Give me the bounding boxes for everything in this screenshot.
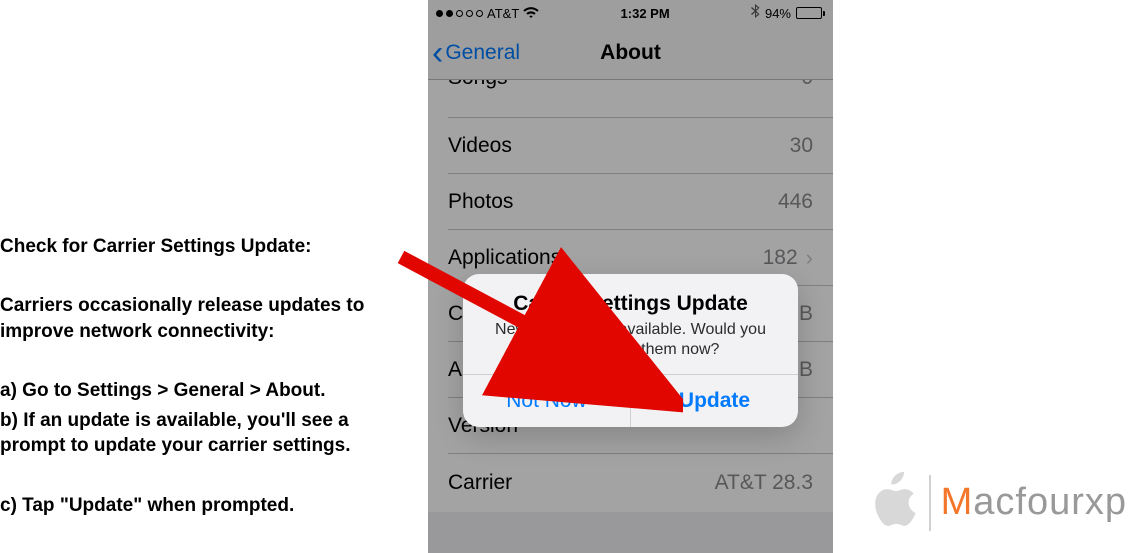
instructions-step-b: b) If an update is available, you'll see… xyxy=(0,408,395,459)
divider xyxy=(929,475,931,531)
carrier-update-modal: Carrier Settings Update New settings are… xyxy=(463,274,798,427)
watermark-text: Macfourxp xyxy=(941,481,1127,524)
apple-icon xyxy=(871,472,919,533)
watermark-rest: acfourxp xyxy=(973,481,1127,523)
instructions-step-c: c) Tap "Update" when prompted. xyxy=(0,493,395,519)
instructions-intro: Carriers occasionally release updates to… xyxy=(0,293,395,344)
macfourxp-watermark: Macfourxp xyxy=(871,472,1127,533)
modal-message: New settings are available. Would you li… xyxy=(481,320,780,360)
watermark-m: M xyxy=(941,481,974,523)
instructions-step-a: a) Go to Settings > General > About. xyxy=(0,378,395,404)
update-button[interactable]: Update xyxy=(630,375,798,427)
modal-buttons: Not Now Update xyxy=(463,374,798,427)
instructions-heading: Check for Carrier Settings Update: xyxy=(0,234,395,260)
instructions-text: Check for Carrier Settings Update: Carri… xyxy=(0,234,395,522)
modal-header: Carrier Settings Update New settings are… xyxy=(463,274,798,374)
not-now-button[interactable]: Not Now xyxy=(463,375,630,427)
modal-title: Carrier Settings Update xyxy=(481,292,780,316)
phone-screenshot: AT&T 1:32 PM 94% ‹ General About Songs xyxy=(428,0,833,553)
